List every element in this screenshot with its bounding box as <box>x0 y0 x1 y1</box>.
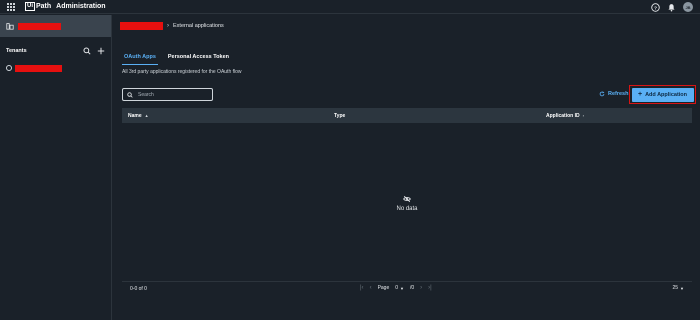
sort-up-icon: ▲ <box>144 113 149 118</box>
empty-state-text: No data <box>396 205 418 212</box>
breadcrumb-current: External applications <box>173 22 224 29</box>
table-footer: 0-0 of 0 |‹ ‹ Page 0 ▼ /0 › ›| 25 ▼ <box>122 281 692 294</box>
add-application-button[interactable]: + Add Application <box>631 87 694 102</box>
chevron-down-icon: ▼ <box>400 285 404 291</box>
first-page-icon[interactable]: |‹ <box>360 285 364 291</box>
app-launcher-icon[interactable] <box>7 2 15 11</box>
pagination-range: 0-0 of 0 <box>130 286 147 292</box>
add-application-highlight: + Add Application <box>629 85 696 104</box>
empty-state: No data <box>122 123 692 283</box>
column-header-type[interactable]: Type <box>334 113 546 119</box>
search-icon <box>127 91 133 98</box>
notifications-bell-icon[interactable] <box>667 3 676 12</box>
search-tenants-icon[interactable] <box>83 47 91 55</box>
pagination-controls: |‹ ‹ Page 0 ▼ /0 › ›| <box>360 285 432 291</box>
sort-arrow-icon: › <box>582 113 584 118</box>
chevron-down-icon: ▼ <box>680 285 684 291</box>
page-label: Page <box>377 285 390 291</box>
sidebar: Tenants <box>0 15 112 320</box>
redacted-tenant-name <box>15 64 62 72</box>
add-tenant-icon[interactable] <box>97 47 105 55</box>
chevron-right-icon: › <box>167 22 169 29</box>
redacted-breadcrumb-root[interactable] <box>120 21 163 30</box>
tab-description: All 3rd party applications registered fo… <box>122 69 242 75</box>
refresh-icon <box>599 91 605 97</box>
page-total: /0 <box>410 285 415 291</box>
next-page-icon[interactable]: › <box>420 285 422 291</box>
top-bar: Ui Path Administration ? JB <box>0 0 700 14</box>
last-page-icon[interactable]: ›| <box>428 285 432 291</box>
eye-off-icon <box>403 195 411 202</box>
tab-bar: OAuth Apps Personal Access Token <box>122 52 231 65</box>
main-content: › External applications OAuth Apps Perso… <box>113 15 700 320</box>
tab-personal-access-token[interactable]: Personal Access Token <box>166 52 231 65</box>
column-header-name[interactable]: Name ▲ <box>122 113 334 119</box>
refresh-button[interactable]: Refresh <box>599 91 628 97</box>
rows-per-page-select[interactable]: 25 ▼ <box>672 285 684 291</box>
tab-oauth-apps[interactable]: OAuth Apps <box>122 52 158 65</box>
add-application-label: Add Application <box>645 91 688 98</box>
tenants-heading: Tenants <box>6 48 27 54</box>
refresh-label: Refresh <box>608 91 629 97</box>
globe-icon <box>6 65 12 71</box>
uipath-logo[interactable]: Ui Path <box>25 2 51 11</box>
app-title: Administration <box>56 3 106 10</box>
previous-page-icon[interactable]: ‹ <box>370 285 372 291</box>
svg-text:?: ? <box>654 5 657 11</box>
search-input[interactable] <box>138 91 208 98</box>
applications-table: Name ▲ Type Application ID › No data <box>122 108 692 298</box>
user-avatar[interactable]: JB <box>683 2 693 12</box>
organization-header[interactable] <box>0 15 111 37</box>
tenant-item[interactable] <box>0 63 111 73</box>
table-header: Name ▲ Type Application ID › <box>122 108 692 123</box>
redacted-organization-name <box>18 22 61 30</box>
page-select[interactable]: 0 ▼ <box>395 285 404 291</box>
breadcrumb: › External applications <box>120 21 224 30</box>
column-header-application-id[interactable]: Application ID › <box>546 113 584 119</box>
search-box[interactable] <box>122 88 213 101</box>
building-icon <box>6 23 14 30</box>
help-icon[interactable]: ? <box>651 2 660 12</box>
plus-icon: + <box>637 91 643 98</box>
